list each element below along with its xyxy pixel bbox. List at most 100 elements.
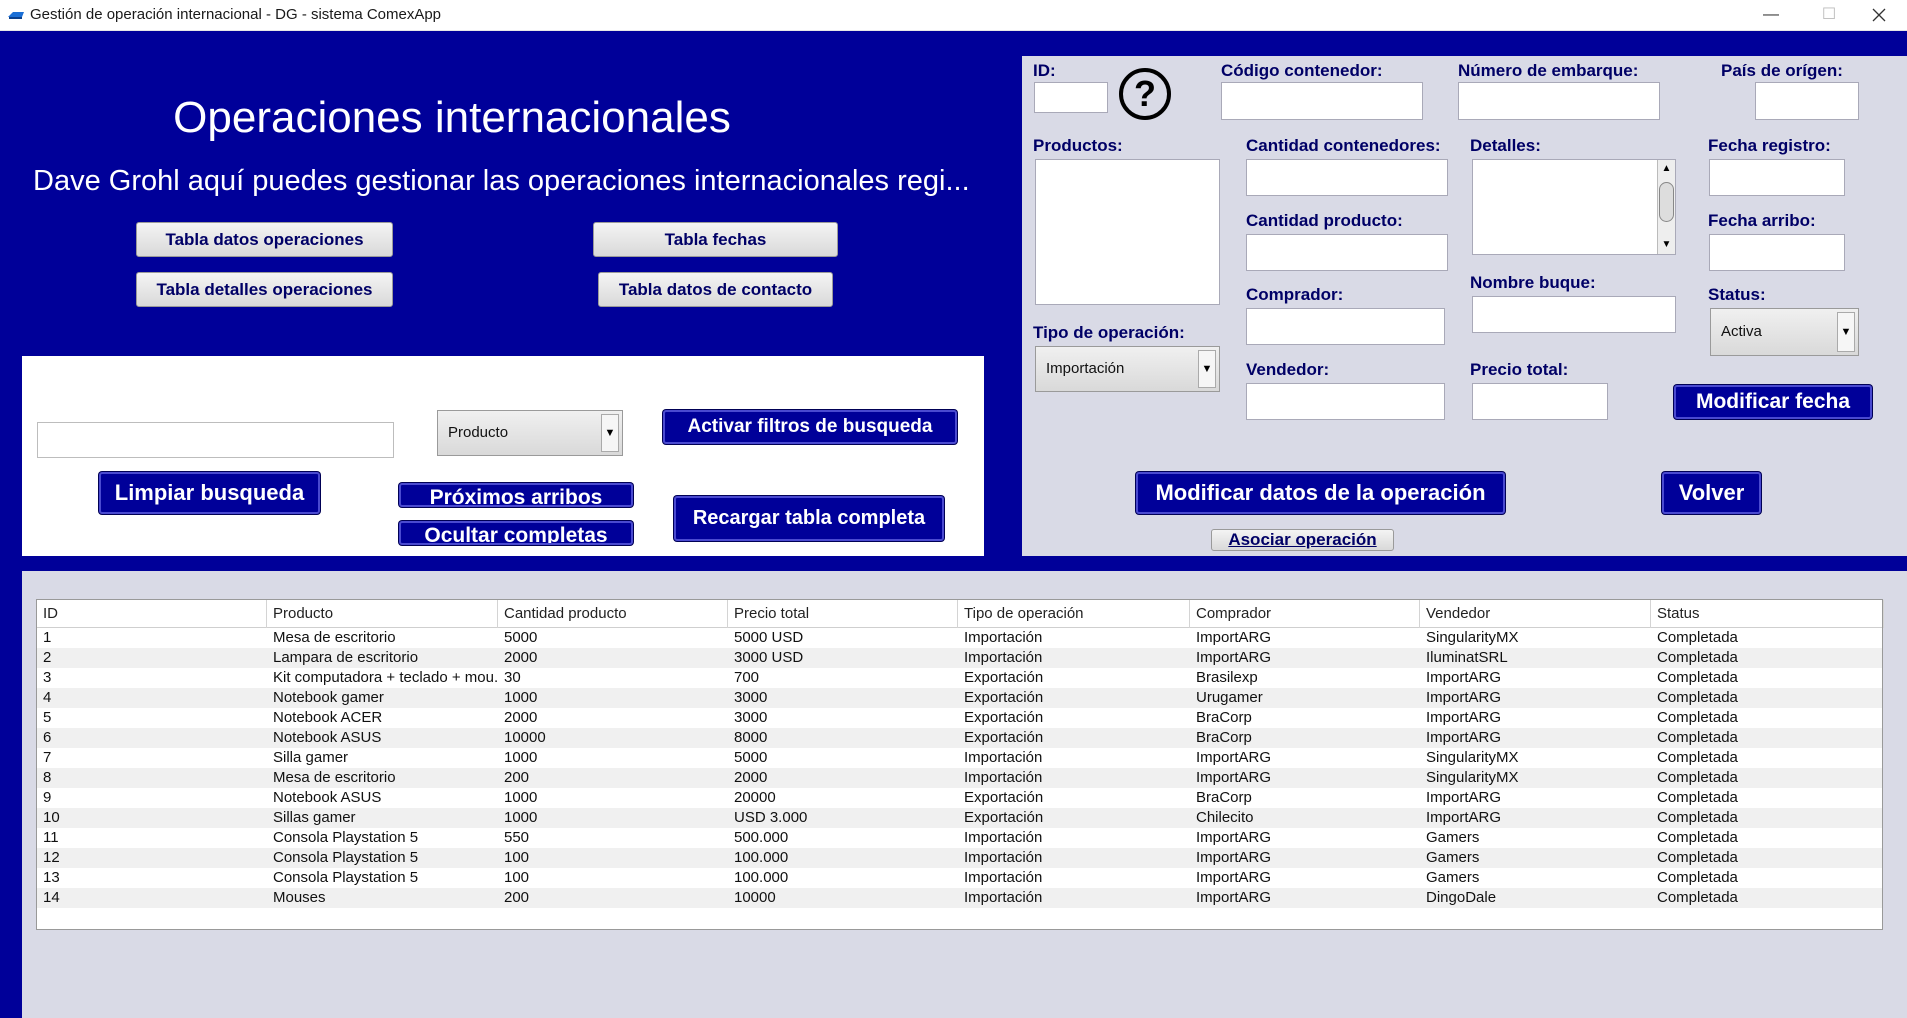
- precio-total-label: Precio total:: [1470, 360, 1569, 379]
- table-row[interactable]: 13 Consola Playstation 5 100 100.000 Importa…: [37, 868, 1882, 888]
- table-row[interactable]: 8 Mesa de escritorio 200 2000 Importación Imp…: [37, 768, 1882, 788]
- cell-comprador: BraCorp: [1196, 789, 1252, 806]
- tipo-operacion-select[interactable]: Importación ▼: [1035, 346, 1220, 392]
- cell-tipo: Exportación: [964, 669, 1044, 686]
- cell-tipo: Importación: [964, 849, 1043, 866]
- tabla-datos-contacto-button[interactable]: Tabla datos de contacto: [598, 272, 833, 307]
- cell-vendedor: ImportARG: [1426, 789, 1502, 806]
- recargar-tabla-button[interactable]: Recargar tabla completa: [674, 496, 944, 541]
- volver-button[interactable]: Volver: [1662, 472, 1761, 514]
- cell-producto: Lampara de escritorio: [273, 649, 419, 666]
- tabla-detalles-operaciones-button[interactable]: Tabla detalles operaciones: [136, 272, 393, 307]
- detalles-textarea[interactable]: ▲ ▼: [1472, 159, 1676, 255]
- table-row[interactable]: 3 Kit computadora + teclado + mou... 30 700…: [37, 668, 1882, 688]
- status-label: Status:: [1708, 285, 1766, 304]
- cell-tipo: Exportación: [964, 689, 1044, 706]
- cell-comprador: ImportARG: [1196, 769, 1272, 786]
- ocultar-completas-button[interactable]: Ocultar completas: [399, 521, 633, 545]
- column-header-id[interactable]: ID: [37, 600, 267, 628]
- table-row[interactable]: 2 Lampara de escritorio 2000 3000 USD Import…: [37, 648, 1882, 668]
- cell-tipo: Exportación: [964, 789, 1044, 806]
- detalles-scrollbar[interactable]: ▲ ▼: [1657, 160, 1675, 254]
- cell-vendedor: SingularityMX: [1426, 629, 1519, 646]
- column-header-producto[interactable]: Producto: [267, 600, 498, 628]
- column-header-tipo[interactable]: Tipo de operación: [958, 600, 1190, 628]
- id-label: ID:: [1033, 61, 1056, 80]
- table-row[interactable]: 4 Notebook gamer 1000 3000 Exportación Urugam…: [37, 688, 1882, 708]
- table-row[interactable]: 14 Mouses 200 10000 Importación ImportARG Ding…: [37, 888, 1882, 908]
- modificar-datos-button[interactable]: Modificar datos de la operación: [1136, 472, 1505, 514]
- maximize-button[interactable]: ☐: [1801, 2, 1857, 28]
- cell-id: 3: [43, 669, 52, 686]
- numero-embarque-field[interactable]: [1458, 82, 1660, 120]
- page-subtitle: Dave Grohl aquí puedes gestionar las ope…: [33, 165, 970, 197]
- cantidad-producto-field[interactable]: [1246, 234, 1448, 271]
- chevron-down-icon[interactable]: ▼: [601, 414, 619, 452]
- table-row[interactable]: 5 Notebook ACER 2000 3000 Exportación BraCorp…: [37, 708, 1882, 728]
- cantidad-contenedores-field[interactable]: [1246, 159, 1448, 196]
- pais-origen-field[interactable]: [1755, 82, 1859, 120]
- cell-status: Completada: [1657, 729, 1738, 746]
- modificar-fecha-button[interactable]: Modificar fecha: [1674, 385, 1872, 419]
- tipo-operacion-value: Importación: [1046, 360, 1125, 377]
- fecha-registro-field[interactable]: [1709, 159, 1845, 196]
- proximos-arribos-button[interactable]: Próximos arribos: [399, 483, 633, 507]
- column-header-cantidad[interactable]: Cantidad producto: [498, 600, 728, 628]
- cell-id: 10: [43, 809, 60, 826]
- table-row[interactable]: 9 Notebook ASUS 1000 20000 Exportación BraCor…: [37, 788, 1882, 808]
- table-header: ID Producto Cantidad producto Precio total T…: [37, 600, 1884, 628]
- table-row[interactable]: 7 Silla gamer 1000 5000 Importación ImportARG…: [37, 748, 1882, 768]
- cell-vendedor: ImportARG: [1426, 809, 1502, 826]
- codigo-contenedor-field[interactable]: [1221, 82, 1423, 120]
- column-header-precio[interactable]: Precio total: [728, 600, 958, 628]
- chevron-down-icon[interactable]: ▼: [1837, 312, 1855, 352]
- cell-comprador: ImportARG: [1196, 869, 1272, 886]
- scroll-up-icon[interactable]: ▲: [1658, 160, 1675, 178]
- cell-status: Completada: [1657, 889, 1738, 906]
- minimize-button[interactable]: —: [1743, 2, 1799, 28]
- activar-filtros-button[interactable]: Activar filtros de busqueda: [663, 410, 957, 444]
- cantidad-producto-label: Cantidad producto:: [1246, 211, 1403, 230]
- table-row[interactable]: 6 Notebook ASUS 10000 8000 Exportación BraCor…: [37, 728, 1882, 748]
- operations-table[interactable]: ID Producto Cantidad producto Precio total T…: [36, 599, 1884, 930]
- tabla-datos-operaciones-button[interactable]: Tabla datos operaciones: [136, 222, 393, 257]
- limpiar-busqueda-button[interactable]: Limpiar busqueda: [99, 472, 320, 514]
- table-row[interactable]: 11 Consola Playstation 5 550 500.000 Importa…: [37, 828, 1882, 848]
- close-button[interactable]: [1851, 2, 1907, 28]
- cell-vendedor: Gamers: [1426, 829, 1480, 846]
- table-row[interactable]: 10 Sillas gamer 1000 USD 3.000 Exportación Ch…: [37, 808, 1882, 828]
- cell-status: Completada: [1657, 749, 1738, 766]
- cell-precio: 2000: [734, 769, 768, 786]
- table-row[interactable]: 1 Mesa de escritorio 5000 5000 USD Importaci…: [37, 628, 1882, 648]
- cell-producto: Consola Playstation 5: [273, 829, 419, 846]
- detalles-label: Detalles:: [1470, 136, 1541, 155]
- scroll-thumb[interactable]: [1659, 182, 1674, 222]
- scroll-down-icon[interactable]: ▼: [1658, 236, 1675, 254]
- column-header-vendedor[interactable]: Vendedor: [1420, 600, 1651, 628]
- precio-total-field[interactable]: [1472, 383, 1608, 420]
- cell-status: Completada: [1657, 789, 1738, 806]
- status-select[interactable]: Activa ▼: [1710, 308, 1859, 356]
- cell-status: Completada: [1657, 649, 1738, 666]
- cell-status: Completada: [1657, 689, 1738, 706]
- id-field[interactable]: [1034, 82, 1108, 113]
- nombre-buque-field[interactable]: [1472, 296, 1676, 333]
- search-input[interactable]: [37, 422, 394, 458]
- cell-vendedor: SingularityMX: [1426, 749, 1519, 766]
- fecha-arribo-field[interactable]: [1709, 234, 1845, 271]
- asociar-operacion-button[interactable]: Asociar operación: [1211, 529, 1394, 551]
- cell-cantidad: 200: [504, 769, 530, 786]
- tabla-fechas-button[interactable]: Tabla fechas: [593, 222, 838, 257]
- vendedor-field[interactable]: [1246, 383, 1445, 420]
- comprador-field[interactable]: [1246, 308, 1445, 345]
- column-header-comprador[interactable]: Comprador: [1190, 600, 1420, 628]
- cell-comprador: Chilecito: [1196, 809, 1254, 826]
- cell-cantidad: 10000: [504, 729, 546, 746]
- help-icon[interactable]: ?: [1119, 68, 1171, 120]
- page-title: Operaciones internacionales: [173, 93, 731, 142]
- table-row[interactable]: 12 Consola Playstation 5 100 100.000 Importa…: [37, 848, 1882, 868]
- filter-select[interactable]: Producto ▼: [437, 410, 623, 456]
- productos-textarea[interactable]: [1035, 159, 1220, 305]
- column-header-status[interactable]: Status: [1651, 600, 1884, 628]
- chevron-down-icon[interactable]: ▼: [1198, 350, 1216, 388]
